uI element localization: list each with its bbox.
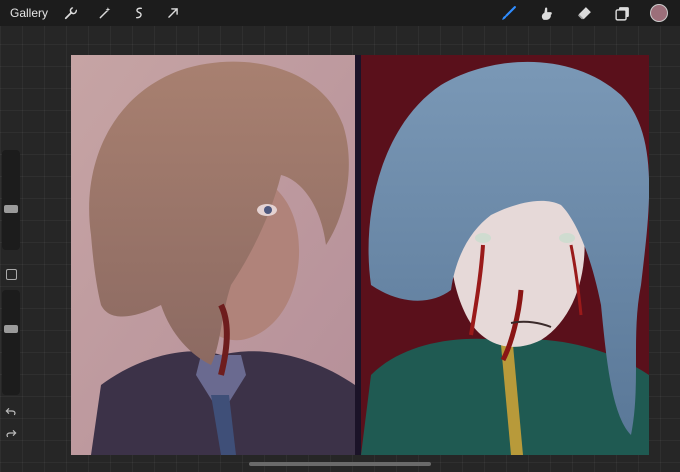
brush-size-thumb[interactable]: [4, 204, 18, 213]
brush-size-slider[interactable]: [2, 150, 20, 250]
modify-button[interactable]: [6, 269, 17, 280]
painting-tools: [482, 0, 674, 26]
opacity-slider[interactable]: [2, 290, 20, 395]
brush-icon[interactable]: [496, 1, 520, 25]
smudge-icon[interactable]: [534, 1, 558, 25]
transform-arrow-icon[interactable]: [162, 2, 184, 24]
magic-wand-icon[interactable]: [94, 2, 116, 24]
right-figure-left-eye: [475, 233, 491, 243]
home-indicator: [249, 462, 431, 466]
color-swatch[interactable]: [650, 4, 668, 22]
selection-icon[interactable]: [128, 2, 150, 24]
sidebar: [0, 150, 22, 446]
opacity-thumb[interactable]: [4, 324, 18, 333]
redo-icon[interactable]: [4, 426, 18, 440]
artwork: [71, 55, 649, 455]
drawing-canvas[interactable]: [71, 55, 649, 455]
eraser-icon[interactable]: [572, 1, 596, 25]
panel-divider: [355, 55, 361, 455]
gallery-button[interactable]: Gallery: [10, 6, 48, 20]
wrench-icon[interactable]: [60, 2, 82, 24]
undo-icon[interactable]: [4, 404, 18, 418]
top-toolbar: Gallery: [0, 0, 680, 26]
layers-icon[interactable]: [610, 1, 634, 25]
left-figure-iris: [264, 206, 272, 214]
right-figure-right-eye: [559, 233, 575, 243]
